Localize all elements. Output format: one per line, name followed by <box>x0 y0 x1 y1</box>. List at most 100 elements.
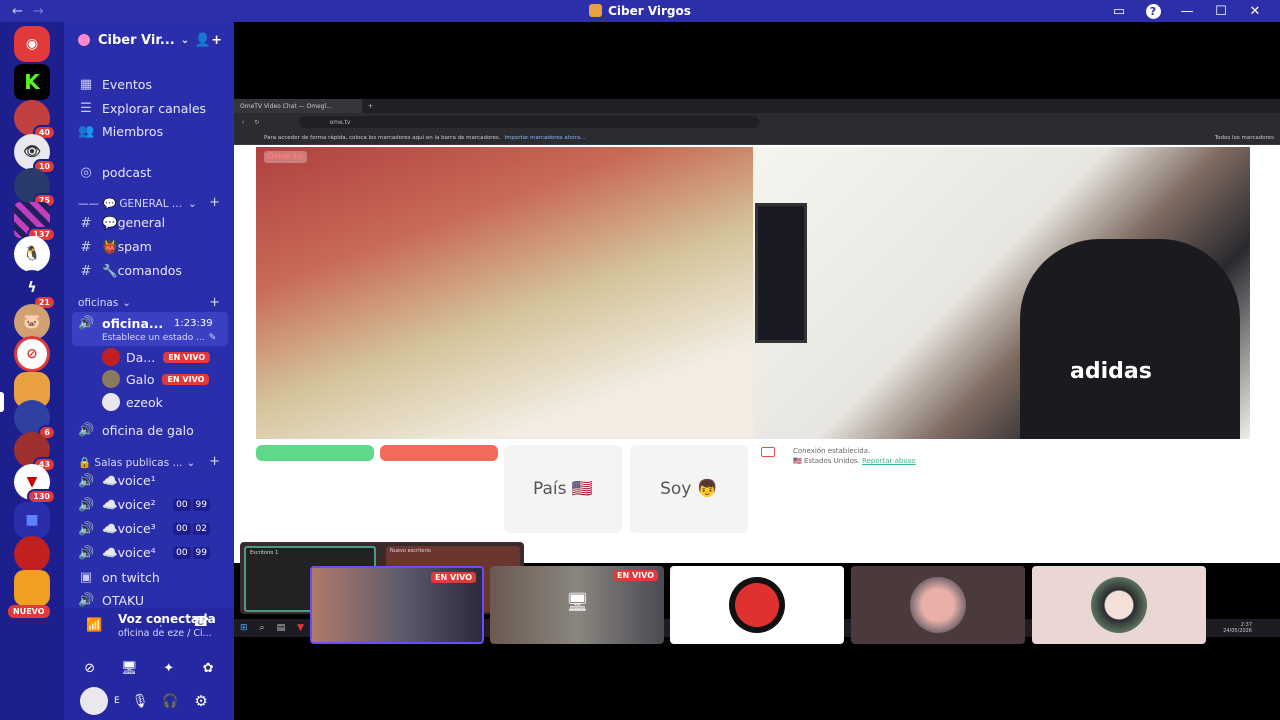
forward-arrow-icon[interactable]: → <box>33 4 44 19</box>
gender-button[interactable]: Soy 👦 <box>630 445 748 533</box>
voice-status[interactable]: Establece un estado ... ✎ <box>102 328 216 348</box>
soundboard-icon[interactable]: ⫶ <box>159 616 162 631</box>
streamed-browser-window[interactable]: OmeTV Video Chat — Omegl... + ‹ ↻ ome.tv… <box>234 99 1280 637</box>
voice-channel-otaku[interactable]: 🔊 OTAKU <box>78 590 144 610</box>
participant-tile-stream-1[interactable]: EN VIVO <box>310 566 484 644</box>
participant-tile-stream-2[interactable]: EN VIVO 🖥 <box>490 566 664 644</box>
oficinas-category[interactable]: oficinas ⌄ <box>78 297 131 309</box>
app-icon[interactable]: ▼ <box>297 623 304 633</box>
general-category[interactable]: —— 💬 GENERAL ... ⌄ <box>78 197 197 211</box>
voice-user-galo[interactable]: Galo EN VIVO <box>102 369 210 389</box>
task-view-icon[interactable]: ▤ <box>277 623 286 633</box>
server-icon-2[interactable]: 40 <box>14 100 56 140</box>
voice-channel-label: OTAKU <box>102 592 145 608</box>
close-button[interactable]: ✕ <box>1238 0 1272 22</box>
ometv-small-logo <box>761 447 775 457</box>
members-link[interactable]: 👥 Miembros <box>78 121 163 141</box>
browser-tab[interactable]: OmeTV Video Chat — Omegl... <box>234 99 362 113</box>
voice-channel-voice4[interactable]: 🔊 ☁️voice⁴ 00 99 <box>78 543 228 563</box>
voice-channel-voice3[interactable]: 🔊 ☁️voice³ 00 02 <box>78 519 228 539</box>
voice-channel-oficina-galo[interactable]: 🔊 oficina de galo <box>78 420 194 440</box>
server-icon <box>589 4 603 17</box>
participant-tile-avatar-2[interactable] <box>851 566 1025 644</box>
events-link[interactable]: ▦ Eventos <box>78 74 152 94</box>
headphones-icon[interactable]: 🎧 <box>162 694 178 709</box>
settings-gear-icon[interactable]: ⚙ <box>194 692 207 710</box>
discord-home-icon[interactable]: ◉ <box>14 26 50 62</box>
speaker-icon: 🔊 <box>78 315 95 331</box>
back-arrow-icon[interactable]: ← <box>12 4 23 19</box>
voice-user-ezeok[interactable]: ezeok <box>102 392 163 412</box>
user-max: 99 <box>192 499 210 511</box>
podcast-channel[interactable]: ◎ podcast <box>78 162 151 182</box>
add-channel-icon[interactable]: + <box>209 454 220 469</box>
minimize-button[interactable]: — <box>1170 0 1204 22</box>
report-abuse-link[interactable]: Reportar abuso <box>862 457 916 465</box>
avatar[interactable] <box>80 687 108 715</box>
guild-header[interactable]: Ciber Vir... ⌄ 👤+ <box>64 22 234 58</box>
us-flag-icon: 🇺🇸 <box>793 457 802 465</box>
server-icon-9[interactable]: ⊘ <box>14 336 50 372</box>
server-icon-11[interactable]: 6 <box>14 400 56 440</box>
user-name[interactable]: E <box>114 696 120 706</box>
start-button[interactable] <box>256 445 374 461</box>
active-server-indicator <box>0 392 4 412</box>
participant-tile-avatar-1[interactable] <box>670 566 844 644</box>
channel-spam[interactable]: # 👹spam <box>78 237 152 257</box>
voice-channel-voice1[interactable]: 🔊 ☁️voice¹ <box>78 471 156 491</box>
add-channel-icon[interactable]: + <box>209 195 220 210</box>
screen-share-icon[interactable]: 🖥 <box>114 656 144 680</box>
search-icon[interactable]: ⌕ <box>260 623 265 633</box>
channel-comandos[interactable]: # 🔧comandos <box>78 261 182 281</box>
add-channel-icon[interactable]: + <box>209 295 220 310</box>
camera-off-icon[interactable]: ⊘ <box>75 656 105 680</box>
calendar-icon: ▦ <box>79 76 93 92</box>
reload-icon[interactable]: ↻ <box>254 119 259 126</box>
server-icon-13[interactable]: ▼ 130 <box>14 464 56 504</box>
voice-channel-twitch[interactable]: ▣ on twitch <box>78 567 160 587</box>
participant-tile-avatar-3[interactable] <box>1032 566 1206 644</box>
voice-channel-voice2[interactable]: 🔊 ☁️voice² 00 99 <box>78 495 228 515</box>
country-button[interactable]: País 🇺🇸 <box>504 445 622 533</box>
help-glyph: ? <box>1145 3 1161 19</box>
server-icon-3[interactable]: 👁 10 <box>14 134 56 174</box>
voice-user-name: Galo <box>126 371 155 387</box>
start-icon[interactable]: ⊞ <box>240 623 248 633</box>
server-icon-15[interactable] <box>14 536 50 572</box>
maximize-button[interactable]: ☐ <box>1204 0 1238 22</box>
server-icon-8[interactable]: 🐷 <box>14 304 50 340</box>
voice-channel-label: on twitch <box>102 569 160 585</box>
channel-general[interactable]: # 💬general <box>78 213 166 233</box>
new-tab-icon[interactable]: + <box>368 103 373 110</box>
inbox-icon[interactable]: ▭ <box>1102 0 1136 22</box>
back-icon[interactable]: ‹ <box>242 119 244 126</box>
server-icon-7[interactable]: ϟ 21 <box>14 270 56 310</box>
invite-people-icon[interactable]: 👤+ <box>195 33 222 48</box>
import-bookmarks-link[interactable]: Importar marcadores ahora... <box>504 135 585 141</box>
chat-log[interactable]: Conexión establecida. 🇺🇸 Estados Unidos.… <box>753 445 1250 537</box>
channel-label: 🔧comandos <box>102 263 182 278</box>
server-icon-6[interactable]: 🐧 <box>14 236 50 272</box>
speaker-icon: 🔊 <box>78 422 95 438</box>
url-field[interactable]: ome.tv <box>299 116 760 128</box>
server-icon-12[interactable]: 43 <box>14 432 56 472</box>
podcast-label: podcast <box>102 164 152 180</box>
help-icon[interactable]: ? <box>1136 0 1170 22</box>
soundboard-button[interactable]: ✿ <box>193 656 223 680</box>
server-icon-5[interactable]: 137 <box>14 202 56 242</box>
server-k-icon[interactable]: K <box>14 64 50 100</box>
voice-user-da[interactable]: Da... EN VIVO <box>102 347 211 367</box>
guild-name: Ciber Vir... <box>98 32 175 48</box>
server-icon-16[interactable] <box>14 570 50 606</box>
disconnect-icon[interactable]: ☎ <box>192 614 209 630</box>
microphone-icon[interactable]: 🎙 <box>132 694 149 709</box>
user-count: 00 <box>173 523 191 535</box>
server-icon-4[interactable]: 75 <box>14 168 56 208</box>
all-bookmarks[interactable]: Todos los marcadores <box>1215 135 1274 141</box>
stop-button[interactable] <box>380 445 498 461</box>
salas-category[interactable]: 🔒 Salas publicas ... ⌄ <box>78 456 195 470</box>
activities-icon[interactable]: ✦ <box>154 656 184 680</box>
user-max: 99 <box>192 547 210 559</box>
folder-icon[interactable]: ■ <box>14 502 50 538</box>
explore-channels-link[interactable]: ☰ Explorar canales <box>78 98 206 118</box>
